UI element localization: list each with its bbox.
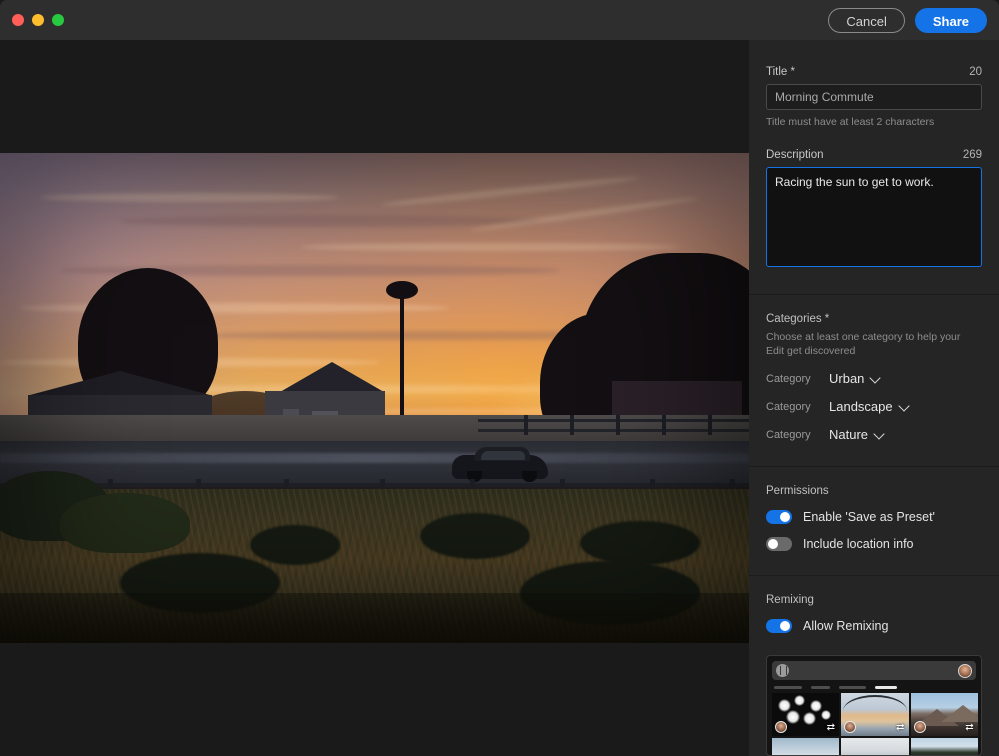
titlebar-actions: Cancel Share [828,8,987,33]
category-row-1: Category Urban [766,371,982,386]
category-row-3: Category Nature [766,427,982,442]
window-titlebar: Cancel Share [0,0,999,40]
permissions-section: Permissions Enable 'Save as Preset' Incl… [749,467,999,551]
preview-thumbnail-dandelion[interactable]: ⇄ [772,693,839,736]
permission-row-save-preset: Enable 'Save as Preset' [766,510,982,524]
category-dropdown-1[interactable]: Urban [829,371,880,386]
preview-thumbnail-sky[interactable] [772,738,839,756]
user-avatar-icon[interactable] [958,664,972,678]
category-dropdown-2[interactable]: Landscape [829,399,909,414]
avatar-icon [914,721,926,733]
preview-tab-strip [774,685,978,689]
app-logo-icon [776,664,789,677]
metadata-section: Title * 20 Title must have at least 2 ch… [749,40,999,272]
share-settings-panel: Title * 20 Title must have at least 2 ch… [749,40,999,756]
category-key-3: Category [766,429,829,441]
chevron-down-icon [900,402,909,411]
preview-thumbnail-pale[interactable] [841,738,908,756]
permissions-heading: Permissions [766,485,982,497]
close-window-icon[interactable] [12,14,24,26]
preview-thumbnail-grid: ⇄ ⇄ ⇄ [772,693,978,756]
description-label: Description [766,149,824,161]
remixing-row-allow: Allow Remixing [766,619,982,633]
remix-feed-preview[interactable]: ⇄ ⇄ ⇄ [766,655,982,756]
toggle-include-location-info[interactable] [766,537,792,551]
category-row-2: Category Landscape [766,399,982,414]
preview-app-bar [772,661,976,680]
toggle-enable-save-as-preset[interactable] [766,510,792,524]
preview-tab-2[interactable] [811,686,830,689]
title-char-count: 20 [969,66,982,78]
category-value-1: Urban [829,371,864,386]
categories-hint: Choose at least one category to help you… [766,330,974,358]
toggle-label-include-location-info: Include location info [803,537,914,551]
description-field-header: Description 269 [766,149,982,161]
categories-section: Categories * Choose at least one categor… [749,295,999,442]
chevron-down-icon [875,430,884,439]
category-value-3: Nature [829,427,868,442]
share-button[interactable]: Share [915,8,987,33]
preview-tab-1[interactable] [774,686,802,689]
toggle-label-save-as-preset: Enable 'Save as Preset' [803,510,935,524]
minimize-window-icon[interactable] [32,14,44,26]
shuffle-icon: ⇄ [895,722,906,733]
cancel-button[interactable]: Cancel [828,8,904,33]
preview-tab-4[interactable] [875,686,897,689]
categories-heading: Categories * [766,313,982,325]
description-char-count: 269 [963,149,982,161]
avatar-icon [775,721,787,733]
photo-canvas[interactable] [0,40,749,756]
toggle-allow-remixing[interactable] [766,619,792,633]
remixing-section: Remixing Allow Remixing [749,576,999,633]
share-dialog-window: Cancel Share [0,0,999,756]
toggle-label-allow-remixing: Allow Remixing [803,619,888,633]
traffic-light-controls [12,14,64,26]
zoom-window-icon[interactable] [52,14,64,26]
preview-thumbnail-bridge[interactable]: ⇄ [841,693,908,736]
chevron-down-icon [871,374,880,383]
title-input[interactable] [766,84,982,110]
category-value-2: Landscape [829,399,893,414]
shuffle-icon: ⇄ [825,722,836,733]
title-label: Title * [766,66,795,78]
photo-preview [0,153,749,643]
preview-tab-3[interactable] [839,686,866,689]
remixing-heading: Remixing [766,594,982,606]
description-textarea[interactable] [766,167,982,267]
category-dropdown-3[interactable]: Nature [829,427,884,442]
category-key-1: Category [766,373,829,385]
preview-thumbnail-forest[interactable] [911,738,978,756]
shuffle-icon: ⇄ [964,722,975,733]
title-helper-text: Title must have at least 2 characters [766,115,982,129]
permission-row-location: Include location info [766,537,982,551]
preview-thumbnail-mountain[interactable]: ⇄ [911,693,978,736]
category-key-2: Category [766,401,829,413]
title-field-header: Title * 20 [766,66,982,78]
